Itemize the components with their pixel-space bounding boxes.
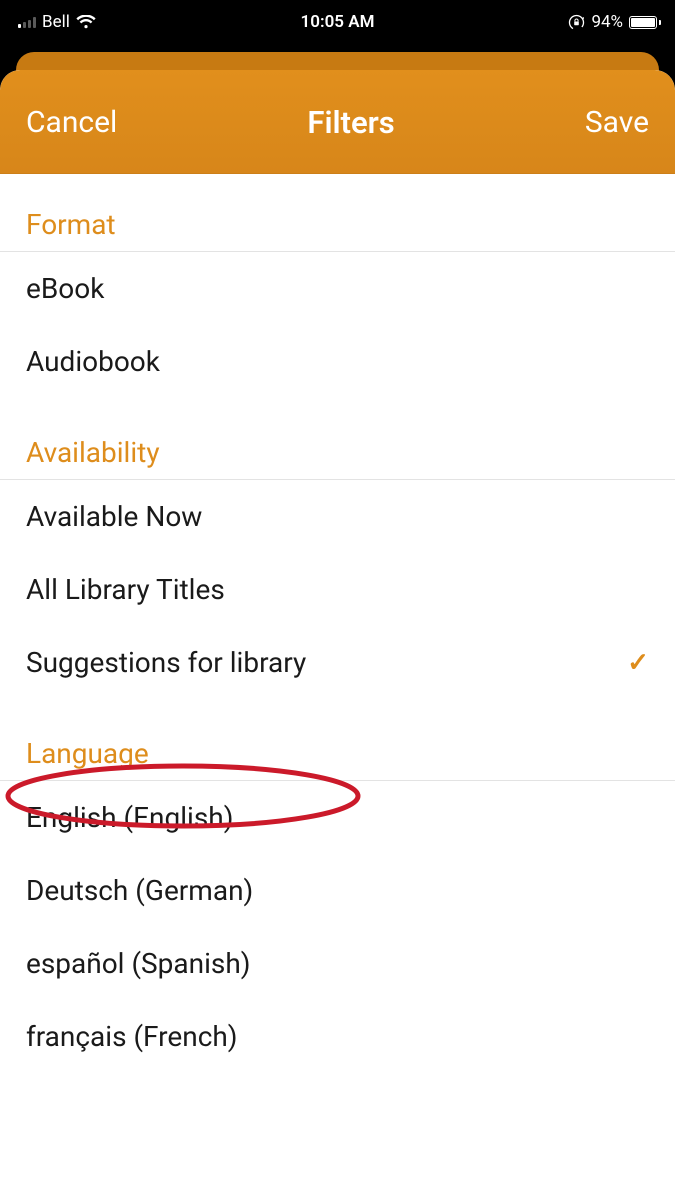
filter-row-ebook[interactable]: eBook bbox=[0, 252, 675, 325]
modal-nav-bar: Cancel Filters Save bbox=[0, 70, 675, 174]
filter-row-all-library-titles[interactable]: All Library Titles bbox=[0, 553, 675, 626]
row-label: Audiobook bbox=[26, 345, 160, 378]
cellular-signal-icon bbox=[18, 16, 36, 28]
filter-row-english[interactable]: English (English) bbox=[0, 781, 675, 854]
status-bar: Bell 10:05 AM 94% bbox=[0, 0, 675, 44]
filter-row-deutsch[interactable]: Deutsch (German) bbox=[0, 854, 675, 927]
status-left: Bell bbox=[18, 12, 96, 32]
row-label: eBook bbox=[26, 272, 104, 305]
section-header-language: Language bbox=[0, 699, 675, 780]
row-label: Suggestions for library bbox=[26, 646, 306, 679]
carrier-label: Bell bbox=[42, 12, 70, 32]
save-button[interactable]: Save bbox=[585, 105, 649, 140]
section-header-format: Format bbox=[0, 174, 675, 251]
row-label: English (English) bbox=[26, 801, 233, 834]
filter-row-audiobook[interactable]: Audiobook bbox=[0, 325, 675, 398]
battery-icon bbox=[629, 16, 661, 29]
filters-modal-sheet: Cancel Filters Save Format eBook Audiobo… bbox=[0, 70, 675, 1200]
row-label: Deutsch (German) bbox=[26, 874, 253, 907]
checkmark-icon: ✓ bbox=[627, 648, 649, 678]
section-header-availability: Availability bbox=[0, 398, 675, 479]
row-label: français (French) bbox=[26, 1020, 238, 1053]
filter-row-suggestions-for-library[interactable]: Suggestions for library ✓ bbox=[0, 626, 675, 699]
filters-content: Format eBook Audiobook Availability Avai… bbox=[0, 174, 675, 1200]
cancel-button[interactable]: Cancel bbox=[26, 105, 117, 140]
wifi-icon bbox=[76, 15, 96, 29]
row-label: All Library Titles bbox=[26, 573, 225, 606]
filter-row-francais[interactable]: français (French) bbox=[0, 1000, 675, 1073]
modal-title: Filters bbox=[307, 104, 394, 141]
status-right: 94% bbox=[568, 12, 661, 32]
battery-percent: 94% bbox=[591, 12, 623, 32]
filter-row-available-now[interactable]: Available Now bbox=[0, 480, 675, 553]
row-label: Available Now bbox=[26, 500, 202, 533]
filter-row-espanol[interactable]: español (Spanish) bbox=[0, 927, 675, 1000]
rotation-lock-icon bbox=[568, 14, 585, 31]
row-label: español (Spanish) bbox=[26, 947, 251, 980]
